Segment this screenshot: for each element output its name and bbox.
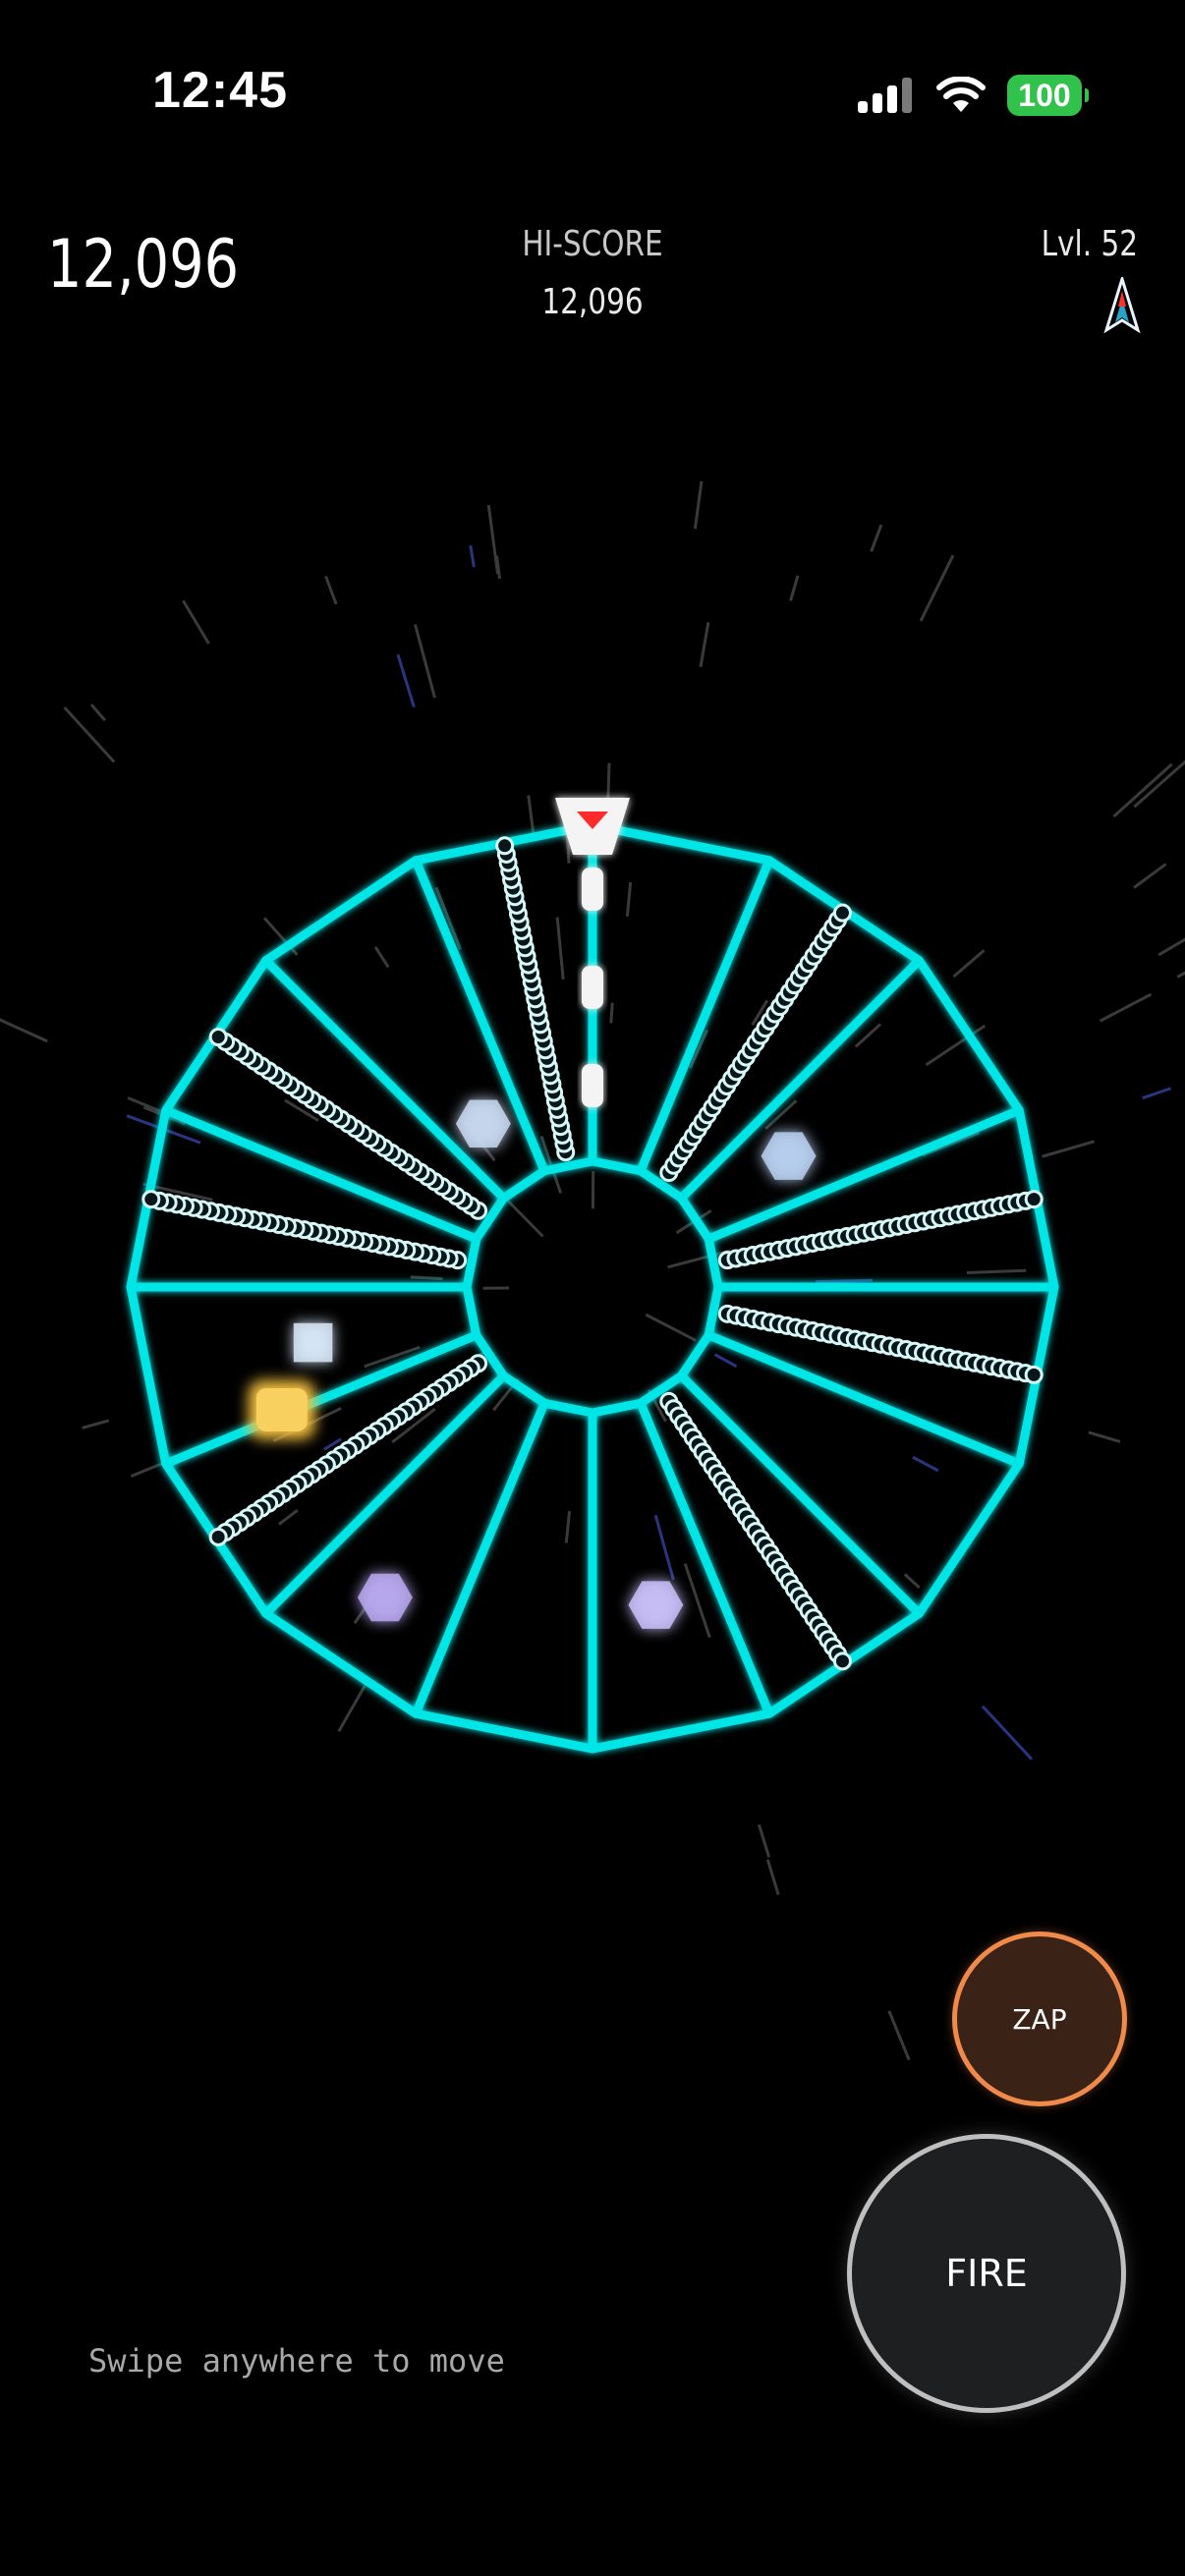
powerup [255, 1387, 308, 1431]
spiker-bead [495, 836, 515, 856]
battery-indicator: 100 [1007, 75, 1089, 116]
fire-button[interactable]: FIRE [847, 2134, 1126, 2413]
player-bullet [582, 1064, 603, 1107]
game-screen[interactable]: 12:45 100 12,096 HI-SCORE 12,096 Lvl. 52… [0, 0, 1185, 2576]
spiker-bead [832, 1652, 852, 1671]
hiscore-label: HI-SCORE [522, 224, 663, 264]
wifi-icon [936, 77, 986, 112]
swipe-hint: Swipe anywhere to move [88, 2342, 505, 2380]
enemy-flipper [628, 1581, 684, 1629]
enemy-flipper [293, 1322, 333, 1363]
enemy-flipper [761, 1132, 817, 1180]
spiker-bead [208, 1028, 228, 1047]
cellular-signal-icon [858, 78, 912, 113]
level-indicator: Lvl. 52 [1041, 224, 1138, 264]
zap-button[interactable]: ZAP [952, 1932, 1127, 2106]
spiker-bead [832, 903, 852, 923]
enemy-flipper [455, 1099, 511, 1148]
spiker-bead [1024, 1365, 1044, 1384]
enemy-flipper [357, 1573, 413, 1622]
spiker-bead [208, 1527, 228, 1546]
player-bullet [582, 868, 603, 911]
status-time: 12:45 [152, 62, 288, 119]
player-bullet [582, 966, 603, 1009]
player-ship-icon [1103, 277, 1141, 334]
spiker-bead [1024, 1190, 1044, 1209]
status-icons: 100 [858, 69, 1089, 122]
spiker-bead [141, 1190, 161, 1209]
hiscore-value: 12,096 [541, 282, 644, 322]
